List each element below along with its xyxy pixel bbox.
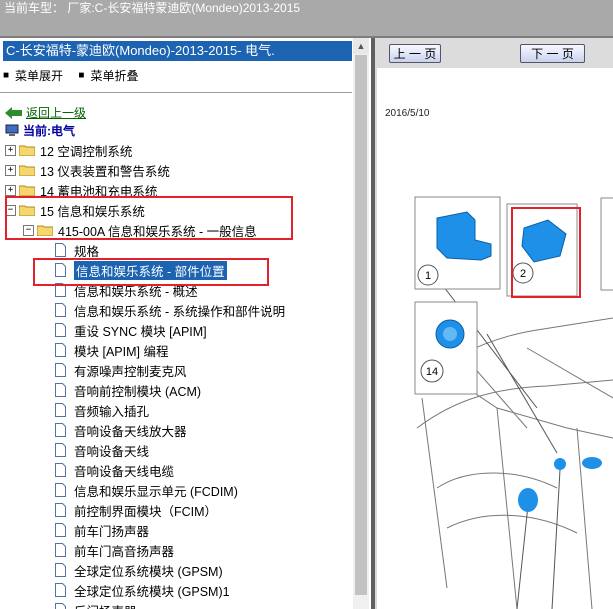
expand-plus-icon[interactable]: + bbox=[5, 164, 16, 176]
tree-item-12[interactable]: + 12 空调控制系统 bbox=[5, 140, 132, 160]
doc-item-label: 音频输入插孔 bbox=[74, 404, 150, 419]
page-icon bbox=[55, 323, 66, 337]
doc-item-label: 规格 bbox=[74, 244, 100, 259]
folder-icon bbox=[19, 165, 35, 176]
page-icon bbox=[55, 343, 66, 357]
expand-plus-icon[interactable]: + bbox=[5, 144, 16, 156]
current-location-label: 当前:电气 bbox=[23, 124, 75, 138]
tree-item-13[interactable]: + 13 仪表装置和警告系统 bbox=[5, 160, 170, 180]
doc-item[interactable]: 前车门高音扬声器 bbox=[55, 540, 174, 560]
scroll-up-icon[interactable]: ▲ bbox=[353, 38, 369, 54]
doc-item[interactable]: 音响设备天线放大器 bbox=[55, 420, 187, 440]
page-icon bbox=[55, 383, 66, 397]
doc-item[interactable]: 重设 SYNC 模块 [APIM] bbox=[55, 320, 207, 340]
menu-divider bbox=[0, 92, 352, 93]
expand-plus-icon[interactable]: + bbox=[5, 184, 16, 196]
vertical-scrollbar[interactable]: ▲ bbox=[353, 38, 369, 609]
doc-item[interactable]: 有源噪声控制麦克风 bbox=[55, 360, 187, 380]
component-marker bbox=[582, 457, 602, 469]
doc-item-label: 后门扬声器 bbox=[74, 601, 137, 609]
doc-item-label: 音响设备天线 bbox=[74, 444, 150, 459]
menu-panel: C-长安福特-蒙迪欧(Mondeo)-2013-2015- 电气. ■ 菜单展开… bbox=[0, 38, 371, 609]
doc-item-label: 重设 SYNC 模块 [APIM] bbox=[74, 324, 207, 339]
doc-item[interactable]: 音频输入插孔 bbox=[55, 400, 149, 420]
page-icon bbox=[55, 243, 66, 257]
doc-item-label: 前车门高音扬声器 bbox=[74, 544, 175, 559]
doc-item[interactable]: 信息和娱乐显示单元 (FCDIM) bbox=[55, 480, 238, 500]
doc-item[interactable]: 模块 [APIM] 编程 bbox=[55, 340, 168, 360]
tree-item-label: 13 仪表装置和警告系统 bbox=[40, 164, 170, 179]
document-panel: 上 一 页 下 一 页 2016/5/10 1 2 14 bbox=[375, 38, 613, 609]
doc-item[interactable]: 音响前控制模块 (ACM) bbox=[55, 380, 201, 400]
doc-item-label: 全球定位系统模块 (GPSM)1 bbox=[74, 584, 230, 599]
back-link-label[interactable]: 返回上一级 bbox=[26, 104, 86, 121]
collapse-menu-button[interactable]: ■ 菜单折叠 bbox=[78, 67, 138, 84]
collapse-icon: ■ bbox=[78, 70, 85, 81]
page-icon bbox=[55, 463, 66, 477]
menu-panel-title: C-长安福特-蒙迪欧(Mondeo)-2013-2015- 电气. bbox=[3, 41, 352, 61]
page-icon bbox=[55, 423, 66, 437]
back-link[interactable]: 返回上一级 bbox=[5, 104, 86, 121]
callout-number-1: 1 bbox=[425, 270, 431, 282]
doc-item-label: 信息和娱乐显示单元 (FCDIM) bbox=[74, 484, 238, 499]
page-icon bbox=[55, 503, 66, 517]
doc-item-label: 有源噪声控制麦克风 bbox=[74, 364, 187, 379]
annotation-box-selected bbox=[33, 258, 269, 286]
computer-icon bbox=[5, 124, 19, 136]
expand-icon: ■ bbox=[3, 70, 10, 81]
back-arrow-icon bbox=[5, 106, 22, 119]
prev-page-button[interactable]: 上 一 页 bbox=[389, 44, 441, 63]
annotation-box-tree bbox=[5, 196, 293, 240]
vehicle-title: 当前车型： 厂家:C-长安福特蒙迪欧(Mondeo)2013-2015 bbox=[4, 1, 301, 15]
page-icon bbox=[55, 603, 66, 609]
doc-item-label: 模块 [APIM] 编程 bbox=[74, 344, 169, 359]
current-location: 当前:电气 bbox=[5, 122, 75, 139]
page-icon bbox=[55, 483, 66, 497]
doc-item[interactable]: 信息和娱乐系统 - 系统操作和部件说明 bbox=[55, 300, 285, 320]
menu-controls: ■ 菜单展开 ■ 菜单折叠 bbox=[3, 67, 150, 84]
annotation-box-diagram bbox=[511, 207, 581, 298]
folder-icon bbox=[19, 145, 35, 156]
doc-item[interactable]: 全球定位系统模块 (GPSM) bbox=[55, 560, 223, 580]
page-icon bbox=[55, 363, 66, 377]
page-icon bbox=[55, 543, 66, 557]
title-bar: 当前车型： 厂家:C-长安福特蒙迪欧(Mondeo)2013-2015 bbox=[0, 0, 613, 36]
doc-item[interactable]: 规格 bbox=[55, 240, 99, 260]
doc-item[interactable]: 全球定位系统模块 (GPSM)1 bbox=[55, 580, 230, 600]
callout-box-partial bbox=[600, 197, 613, 291]
doc-item-label: 信息和娱乐系统 - 系统操作和部件说明 bbox=[74, 304, 286, 319]
doc-item-label: 前控制界面模块（FCIM） bbox=[74, 504, 218, 519]
doc-item[interactable]: 前车门扬声器 bbox=[55, 520, 149, 540]
doc-item-label: 全球定位系统模块 (GPSM) bbox=[74, 564, 223, 579]
page-icon bbox=[55, 443, 66, 457]
page-icon bbox=[55, 583, 66, 597]
component-location-diagram: 1 2 14 bbox=[414, 196, 613, 609]
tree-item-label: 12 空调控制系统 bbox=[40, 144, 133, 159]
doc-item-label: 前车门扬声器 bbox=[74, 524, 150, 539]
document-page: 2016/5/10 1 2 14 bbox=[377, 68, 613, 609]
folder-icon bbox=[19, 185, 35, 196]
callout-box-14 bbox=[414, 301, 478, 395]
component-marker bbox=[518, 488, 538, 512]
doc-item[interactable]: 后门扬声器 bbox=[55, 600, 137, 609]
expand-menu-label: 菜单展开 bbox=[15, 69, 64, 83]
doc-item-label: 音响前控制模块 (ACM) bbox=[74, 384, 202, 399]
page-icon bbox=[55, 303, 66, 317]
page-icon bbox=[55, 403, 66, 417]
collapse-menu-label: 菜单折叠 bbox=[90, 69, 139, 83]
doc-item[interactable]: 音响设备天线电缆 bbox=[55, 460, 174, 480]
page-icon bbox=[55, 523, 66, 537]
doc-item-label: 音响设备天线电缆 bbox=[74, 464, 175, 479]
doc-item[interactable]: 前控制界面模块（FCIM） bbox=[55, 500, 217, 520]
doc-item[interactable]: 音响设备天线 bbox=[55, 440, 149, 460]
component-marker bbox=[554, 458, 566, 470]
page-icon bbox=[55, 563, 66, 577]
expand-menu-button[interactable]: ■ 菜单展开 bbox=[3, 67, 63, 84]
next-page-button[interactable]: 下 一 页 bbox=[520, 44, 585, 63]
callout-number-14: 14 bbox=[426, 366, 438, 378]
doc-item-label: 音响设备天线放大器 bbox=[74, 424, 187, 439]
scrollbar-thumb[interactable] bbox=[355, 55, 367, 595]
